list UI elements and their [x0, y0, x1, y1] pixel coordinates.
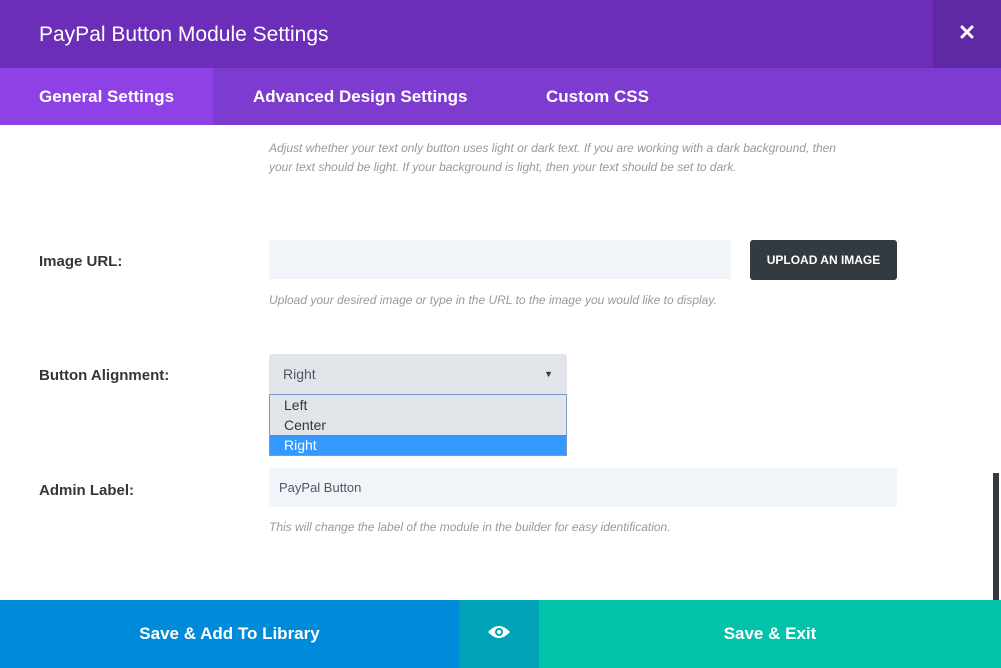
- preview-button[interactable]: [459, 600, 539, 668]
- modal-title: PayPal Button Module Settings: [39, 23, 329, 46]
- chevron-down-icon: ▼: [544, 369, 553, 379]
- save-add-to-library-button[interactable]: Save & Add To Library: [0, 600, 459, 668]
- close-button[interactable]: [933, 0, 1001, 68]
- upload-image-button[interactable]: UPLOAD AN IMAGE: [750, 240, 897, 280]
- button-alignment-select[interactable]: Right ▼: [269, 354, 567, 394]
- scrollbar[interactable]: [993, 473, 999, 600]
- option-center[interactable]: Center: [270, 415, 566, 435]
- tab-custom-css[interactable]: Custom CSS: [507, 68, 688, 125]
- settings-tabs: General Settings Advanced Design Setting…: [0, 68, 1001, 125]
- button-alignment-label: Button Alignment:: [39, 367, 170, 384]
- button-alignment-dropdown: Left Center Right: [269, 394, 567, 456]
- settings-content: Adjust whether your text only button use…: [0, 125, 1001, 600]
- admin-label-input[interactable]: [269, 468, 897, 507]
- admin-label-description: This will change the label of the module…: [269, 520, 671, 534]
- text-color-description: Adjust whether your text only button use…: [269, 141, 836, 174]
- close-icon: [960, 25, 974, 44]
- image-url-label: Image URL:: [39, 253, 123, 270]
- tab-advanced-design-settings[interactable]: Advanced Design Settings: [214, 68, 506, 125]
- image-url-description: Upload your desired image or type in the…: [269, 293, 717, 307]
- modal-header: PayPal Button Module Settings: [0, 0, 1001, 68]
- option-right[interactable]: Right: [270, 435, 566, 455]
- admin-label-label: Admin Label:: [39, 482, 135, 499]
- save-and-exit-button[interactable]: Save & Exit: [539, 600, 1001, 668]
- eye-icon: [487, 624, 511, 645]
- button-alignment-selected-value: Right: [283, 366, 316, 382]
- option-left[interactable]: Left: [270, 395, 566, 415]
- image-url-input[interactable]: [269, 240, 731, 279]
- tab-general-settings[interactable]: General Settings: [0, 68, 214, 125]
